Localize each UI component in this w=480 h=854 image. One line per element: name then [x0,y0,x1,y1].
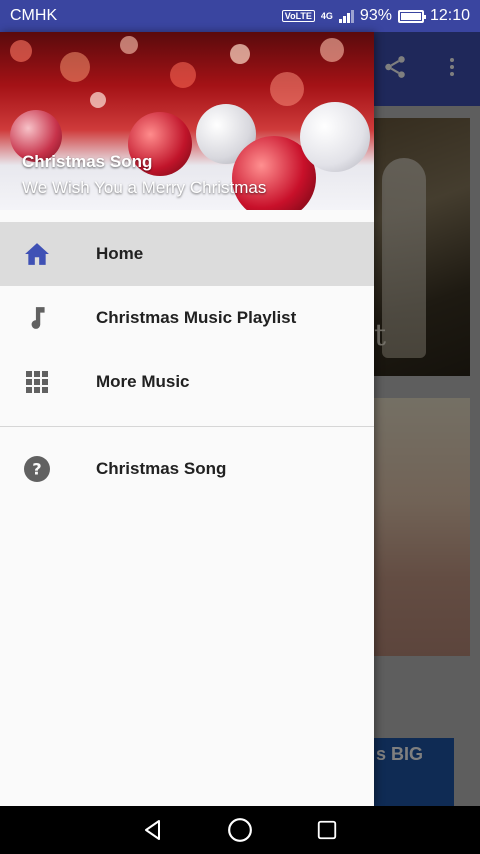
drawer-header: Christmas Song We Wish You a Merry Chris… [0,32,374,210]
battery-percent: 93% [359,7,392,24]
signal-icon [338,9,354,23]
menu-item-label: Christmas Music Playlist [96,308,297,327]
menu-divider [0,426,374,427]
carrier-label: CMHK [10,7,58,24]
menu-item-christmas-song[interactable]: ? Christmas Song [0,437,374,501]
menu-item-label: Christmas Song [96,459,227,478]
menu-item-christmas-music-playlist[interactable]: Christmas Music Playlist [0,286,374,350]
menu-item-home[interactable]: Home [0,222,374,286]
battery-icon [397,9,426,23]
home-nav-icon[interactable] [225,815,255,845]
back-icon[interactable] [138,815,168,845]
help-icon: ? [24,456,50,482]
drawer-menu: Home Christmas Music Playlist More Music… [0,222,374,501]
system-nav-bar [0,806,480,854]
drawer-title: Christmas Song [22,152,153,171]
volte-badge: VoLTE [281,10,315,22]
grid-icon [24,369,50,395]
menu-item-more-music[interactable]: More Music [0,350,374,414]
status-indicators: VoLTE 4G 93% 12:10 [281,7,470,25]
svg-text:?: ? [32,459,41,478]
menu-item-label: Home [96,244,144,263]
music-note-icon [24,305,50,331]
status-bar: CMHK VoLTE 4G 93% 12:10 [0,0,480,32]
drawer-subtitle: We Wish You a Merry Christmas [22,178,267,197]
recents-icon[interactable] [312,815,342,845]
network-type: 4G [320,11,333,21]
clock: 12:10 [429,7,470,24]
menu-item-label: More Music [96,372,190,391]
navigation-drawer: Christmas Song We Wish You a Merry Chris… [0,32,374,806]
home-icon [24,241,50,267]
